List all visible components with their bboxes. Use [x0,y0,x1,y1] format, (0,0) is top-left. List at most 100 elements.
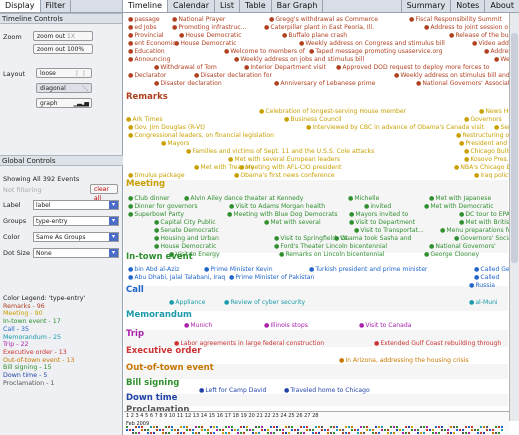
timeline-event[interactable]: ●Remarks on Lincoln bicentennial [279,251,384,258]
tab-timeline[interactable]: Timeline [123,0,169,12]
timeline-event[interactable]: ●Club dinner [128,195,169,202]
timeline-event[interactable]: ●National Governors' Association [416,80,519,87]
timeline-event[interactable]: ●Meeting with AFL-CIO president [239,164,341,171]
timeline-event[interactable]: ●Declarator [128,72,166,79]
timeline-event[interactable]: ●Mayors invited to [349,211,408,218]
timeline-event[interactable]: ●Called [474,274,499,281]
timeline-event[interactable]: ●ent Economic [128,40,176,47]
timeline-event[interactable]: ●Capital City Public [154,219,216,226]
timeline-event[interactable]: ●Buffalo plane crash [282,32,347,39]
layout-diagonal-button[interactable]: diagonal ⋱ [36,83,92,93]
timeline-event[interactable]: ●Met with several [264,219,321,226]
timeline-event[interactable]: ●Disaster declaration [154,80,222,87]
timeline-event[interactable]: ●Dinner for governors [128,203,198,210]
timeline-event[interactable]: ●Traveled home to Chicago [284,387,370,394]
layout-loose-button[interactable]: loose ⋮⋮ [36,68,92,78]
tab-summary[interactable]: Summary [400,0,451,12]
timeline-event[interactable]: ●George Clooney [424,251,479,258]
timeline-event[interactable]: ●Gregg's withdrawal as Commerce [269,16,378,23]
timeline-event[interactable]: ●Weekly address on jobs and stimulus bil… [234,56,364,63]
timeline-event[interactable]: ●Mayors [161,140,189,147]
clear-all-button[interactable]: clear all [90,184,118,202]
timeline-event[interactable]: ●Gov. Jim Douglas (R-Vt) [128,124,205,131]
timeline-event[interactable]: ●Taped message promoting usaservice.org [309,48,442,55]
timeline-event[interactable]: ●Menu preparations for [440,227,514,234]
timeline-event[interactable]: ●Congressional leaders, on financial leg… [128,132,274,139]
timeline-event[interactable]: ●Visit to Canada [359,322,412,329]
vertical-scrollbar[interactable] [509,13,519,421]
timeline-event[interactable]: ●Business Council [284,116,342,123]
timeline-event[interactable]: ●NBA's Chicago Bu [454,164,515,171]
layout-graph-button[interactable]: graph ▁▃▂▅ [36,98,92,108]
timeline-event[interactable]: ●passage [128,16,160,23]
timeline-event[interactable]: ●Families and victims of Sept. 11 and th… [186,148,374,155]
label-select[interactable]: label ▾ [33,200,119,210]
timeline-event[interactable]: ●Visit to Energy [169,251,220,258]
timeline-event[interactable]: ●Approved DOD request to deploy more for… [336,64,490,71]
timeline-event[interactable]: ●Turkish president and prime minister [309,266,427,273]
timeline-event[interactable]: ●Review of cyber security [224,299,305,306]
timeline-event[interactable]: ●Alvin Ailey dance theater at Kennedy [184,195,303,202]
dot-size-select[interactable]: None ▾ [33,248,119,258]
timeline-event[interactable]: ●Release of the bu [449,32,509,39]
timeline-event[interactable]: ●Education [128,48,165,55]
timeline-event[interactable]: ●Michelle [348,195,379,202]
timeline-event[interactable]: ●Interior Department visit [244,64,326,71]
timeline-event[interactable]: ●Weekly address on Congress and stimulus… [299,40,445,47]
zoom-out-button[interactable]: zoom out 1X [33,31,93,41]
tab-display[interactable]: Display [0,0,41,12]
zoom-out-100-button[interactable]: zoom out 100% [33,44,93,54]
timeline-event[interactable]: ●Ford's Theater Lincoln bicentennial [274,243,387,250]
timeline-event[interactable]: ●Caterpillar plant in East Peoria, Ill. [264,24,374,31]
timeline-event[interactable]: ●Iraq policy [474,172,512,179]
timeline-view[interactable]: Remarks Meeting In-town event Call Memorandu… [124,13,519,435]
timeline-event[interactable]: ●Extended Gulf Coast rebuilding through [374,340,501,347]
timeline-event[interactable]: ●House Democratic [179,32,242,39]
timeline-event[interactable]: ●Address to joint session o [424,24,508,31]
timeline-event[interactable]: ●Kosovo Pres. [464,156,509,163]
timeline-event[interactable]: ●Ark Times [126,116,163,123]
tab-filter[interactable]: Filter [41,0,72,12]
timeline-event[interactable]: ●Met with Democratic [424,203,494,210]
timeline-event[interactable]: ●Met with Japanese [429,195,491,202]
timeline-event[interactable]: ●Interviewed by CBC in advance of Obama'… [306,124,484,131]
timeline-event[interactable]: ●Governors [464,116,502,123]
timeline-event[interactable]: ●Abu Dhabi, Jalal Talabani, Iraq [128,274,225,281]
timeline-event[interactable]: ●invited [364,203,391,210]
tab-about[interactable]: About [484,0,519,12]
color-select[interactable]: Same As Groups ▾ [33,232,119,242]
timeline-event[interactable]: ●DC tour to EPA [459,211,510,218]
timeline-event[interactable]: ●ed Jobs [128,24,156,31]
timeline-event[interactable]: ●Met with several European leaders [228,156,340,163]
timeline-event[interactable]: ●Welcome to members of [224,48,305,55]
timeline-event[interactable]: ●Illinois stops [264,322,308,329]
tab-calendar[interactable]: Calendar [168,0,215,12]
timeline-event[interactable]: ●Fiscal Responsibility Summit [409,16,502,23]
timeline-event[interactable]: ●Left for Camp David [199,387,266,394]
timeline-event[interactable]: ●Obama took Sasha and [334,235,411,242]
timeline-event[interactable]: ●Visit to Transportat... [354,227,424,234]
timeline-event[interactable]: ●timulus package [128,172,185,179]
timeline-event[interactable]: ●Russia [469,282,495,289]
timeline-event[interactable]: ●Governors' Social [454,235,513,242]
timeline-event[interactable]: ●Anniversary of Lebanese prime [274,80,375,87]
time-axis[interactable]: 1 2 3 4 5 6 7 8 9 10 11 12 13 14 15 16 1… [124,411,509,435]
timeline-event[interactable]: ●Weekly address on stimulus bill and [394,72,510,79]
timeline-event[interactable]: ●Prime Minister of Pakistan [229,274,314,281]
timeline-event[interactable]: ●al-Muni [469,299,498,306]
tab-bar-graph[interactable]: Bar Graph [272,0,324,12]
timeline-event[interactable]: ●Promoting infrastruc... [172,24,246,31]
groups-select[interactable]: type-entry ▾ [33,216,119,226]
scrollbar-thumb[interactable] [511,33,518,263]
timeline-event[interactable]: ●House Democratic [154,243,217,250]
timeline-event[interactable]: ●Housing and Urban [154,235,219,242]
timeline-event[interactable]: ●Withdrawal of Tom [154,64,217,71]
timeline-event[interactable]: ●National Governors' [429,243,496,250]
timeline-event[interactable]: ●Meeting with Blue Dog Democrats [227,211,338,218]
timeline-event[interactable]: ●House Democratic [174,40,237,47]
timeline-event[interactable]: ●Prime Minister Kevin [204,266,273,273]
tab-notes[interactable]: Notes [450,0,484,12]
timeline-event[interactable]: ●Labor agreements in large federal const… [174,340,324,347]
timeline-event[interactable]: ●Visit to Adams Morgan health [229,203,325,210]
timeline-event[interactable]: ●Visit to Department [349,219,415,226]
